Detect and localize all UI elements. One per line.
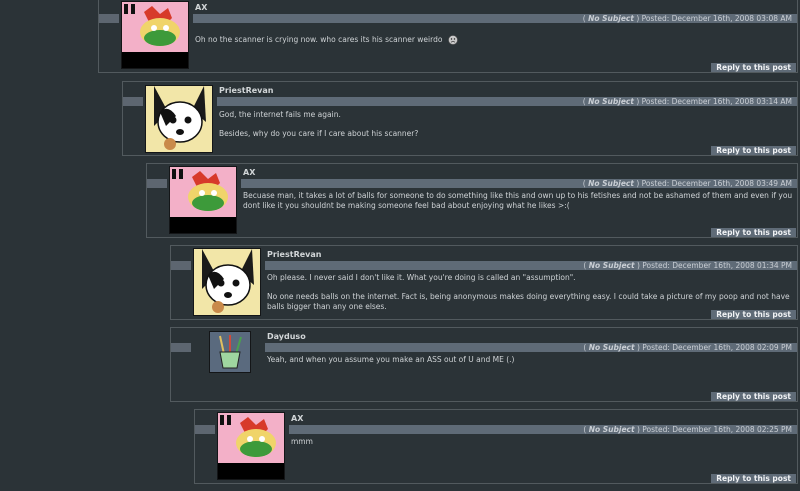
post-text: No one needs balls on the internet. Fact… [267, 292, 790, 311]
post-body: Becuase man, it takes a lot of balls for… [243, 191, 795, 220]
post-header-bar: ( No Subject ) Posted: December 16th, 20… [289, 425, 797, 434]
post-author[interactable]: AX [195, 3, 207, 12]
bowser-avatar-icon [170, 167, 236, 233]
no-subject-label: No Subject [588, 97, 634, 106]
reply-button[interactable]: Reply to this post [711, 474, 796, 483]
post-body: God, the internet fails me again. Beside… [219, 110, 795, 148]
post-author[interactable]: AX [243, 168, 255, 177]
bowser-avatar-icon [218, 413, 284, 479]
post-header-bar: ( No Subject ) Posted: December 16th, 20… [265, 343, 797, 352]
dog-avatar-icon [194, 249, 260, 315]
post-date: Posted: December 16th, 2008 01:34 PM [642, 261, 792, 270]
post-text: mmm [291, 437, 313, 446]
post-date: Posted: December 16th, 2008 03:49 AM [641, 179, 792, 188]
no-subject-label: No Subject [588, 179, 634, 188]
post-indent-marker [195, 425, 215, 434]
avatar[interactable] [193, 248, 261, 316]
no-subject-label: No Subject [588, 425, 635, 434]
post-header-bar: ( No Subject ) Posted: December 16th, 20… [241, 179, 797, 188]
post-indent-marker [171, 261, 191, 270]
post-header-bar: ( No Subject ) Posted: December 16th, 20… [217, 97, 797, 106]
post: AX ( No Subject ) Posted: December 16th,… [98, 0, 798, 73]
post-text: Yeah, and when you assume you make an AS… [267, 355, 515, 364]
avatar[interactable] [121, 1, 189, 69]
paintbrush-cup-icon [210, 332, 250, 372]
bowser-avatar-icon [122, 2, 188, 68]
post: PriestRevan ( No Subject ) Posted: Decem… [170, 245, 798, 320]
post-text: Oh please. I never said I don't like it.… [267, 273, 576, 282]
post-text: God, the internet fails me again. [219, 110, 341, 119]
post-author[interactable]: PriestRevan [267, 250, 321, 259]
post-author[interactable]: AX [291, 414, 303, 423]
post: Dayduso ( No Subject ) Posted: December … [170, 327, 798, 402]
reply-button[interactable]: Reply to this post [711, 146, 796, 155]
post-indent-marker [171, 343, 191, 352]
no-subject-label: No Subject [588, 14, 634, 23]
post-date: Posted: December 16th, 2008 03:14 AM [641, 97, 792, 106]
post-date: Posted: December 16th, 2008 02:25 PM [642, 425, 792, 434]
post: AX ( No Subject ) Posted: December 16th,… [194, 409, 798, 484]
post-header-bar: ( No Subject ) Posted: December 16th, 20… [265, 261, 797, 270]
post-author[interactable]: Dayduso [267, 332, 306, 341]
avatar[interactable] [169, 166, 237, 234]
post-text: Besides, why do you care if I care about… [219, 129, 419, 138]
no-subject-label: No Subject [588, 343, 635, 352]
post-body: Oh no the scanner is crying now. who car… [195, 35, 795, 45]
post-date: Posted: December 16th, 2008 02:09 PM [642, 343, 792, 352]
post: AX ( No Subject ) Posted: December 16th,… [146, 163, 798, 238]
reply-button[interactable]: Reply to this post [711, 228, 796, 237]
no-subject-label: No Subject [588, 261, 635, 270]
post-text: Oh no the scanner is crying now. who car… [195, 35, 443, 44]
avatar[interactable] [145, 85, 213, 153]
post-indent-marker [123, 97, 143, 106]
post-indent-marker [99, 14, 119, 23]
reply-button[interactable]: Reply to this post [711, 310, 796, 319]
post-author[interactable]: PriestRevan [219, 86, 273, 95]
post-indent-marker [147, 179, 167, 188]
post-text: Becuase man, it takes a lot of balls for… [243, 191, 793, 210]
reply-button[interactable]: Reply to this post [711, 63, 796, 72]
post-body: Yeah, and when you assume you make an AS… [267, 355, 795, 374]
post: PriestRevan ( No Subject ) Posted: Decem… [122, 81, 798, 156]
avatar[interactable] [209, 331, 251, 373]
post-header-bar: ( No Subject ) Posted: December 16th, 20… [193, 14, 797, 23]
avatar[interactable] [217, 412, 285, 480]
reply-button[interactable]: Reply to this post [711, 392, 796, 401]
dog-avatar-icon [146, 86, 212, 152]
post-body: mmm [291, 437, 795, 456]
smiley-icon [448, 35, 458, 45]
post-date: Posted: December 16th, 2008 03:08 AM [641, 14, 792, 23]
